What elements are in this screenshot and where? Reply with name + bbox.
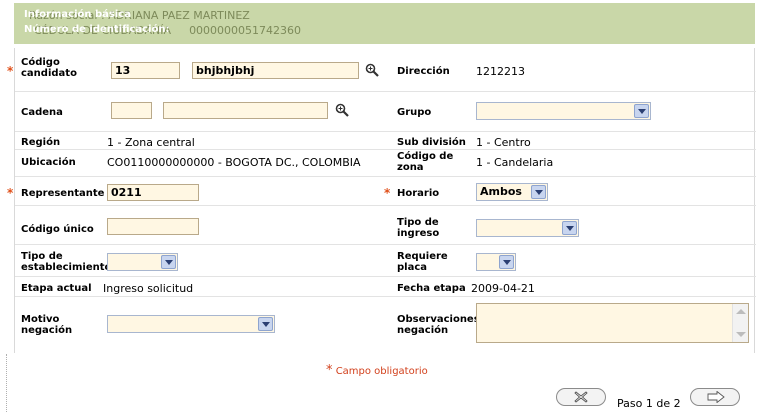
tipo-ingreso-label: Tipo de ingreso: [397, 217, 440, 239]
codigo-zona-label: Código de zona: [397, 151, 454, 173]
search-icon[interactable]: [335, 103, 349, 117]
cancel-button[interactable]: [556, 388, 606, 406]
doc-number-value: 0000000051742360: [189, 24, 302, 37]
codigo-candidato-label: Código candidato: [21, 57, 77, 79]
required-star: *: [7, 186, 14, 200]
scroll-down-icon[interactable]: [736, 332, 746, 337]
codigo-candidato-code-input[interactable]: 13: [111, 62, 180, 79]
divider: [15, 276, 756, 277]
cadena-name-input[interactable]: [163, 102, 328, 119]
divider: [15, 91, 756, 92]
divider: [15, 296, 756, 297]
info-basica-label: Información básica: [24, 9, 131, 20]
chevron-down-icon: [562, 221, 577, 235]
grupo-label: Grupo: [397, 107, 432, 118]
tipo-ingreso-select[interactable]: [476, 219, 579, 237]
required-note-text: Campo obligatorio: [335, 366, 428, 377]
divider: [15, 149, 756, 150]
cadena-code-input[interactable]: [111, 102, 152, 119]
motivo-negacion-select[interactable]: [107, 315, 275, 333]
divider: [15, 205, 756, 206]
grupo-select[interactable]: [476, 102, 651, 120]
codigo-unico-input[interactable]: [107, 218, 199, 235]
chevron-down-icon: [499, 255, 514, 269]
divider: [15, 176, 756, 177]
ubicacion-label: Ubicación: [21, 157, 76, 168]
required-star: *: [384, 186, 391, 200]
motivo-negacion-label: Motivo negación: [21, 314, 73, 336]
scroll-up-icon[interactable]: [736, 309, 746, 314]
required-note: * Campo obligatorio: [326, 363, 428, 378]
observaciones-label: Observaciones negación: [397, 314, 480, 336]
fecha-etapa-value: 2009-04-21: [471, 282, 535, 295]
cadena-label: Cadena: [21, 107, 63, 118]
chevron-down-icon: [161, 255, 176, 269]
chevron-down-icon: [634, 104, 649, 118]
id-number-label: Número de identificación:: [24, 24, 170, 35]
horario-label: Horario: [397, 188, 440, 199]
scrollbar[interactable]: [732, 304, 748, 342]
requiere-placa-select[interactable]: [476, 253, 516, 271]
chevron-down-icon: [258, 317, 273, 331]
representante-label: Representante: [21, 188, 105, 199]
representante-input[interactable]: 0211: [107, 184, 199, 201]
next-button[interactable]: [690, 388, 740, 406]
sub-division-label: Sub división: [397, 137, 466, 148]
chevron-down-icon: [531, 185, 546, 199]
observaciones-textarea[interactable]: [476, 303, 749, 343]
horario-select-value: Ambos: [480, 185, 522, 198]
page-indicator: Paso 1 de 2: [617, 397, 681, 410]
fecha-etapa-label: Fecha etapa: [397, 283, 466, 294]
tipo-establecimiento-label: Tipo de establecimiento: [21, 251, 112, 273]
divider: [15, 244, 756, 245]
etapa-actual-value: Ingreso solicitud: [103, 282, 194, 295]
dotted-divider: [6, 354, 7, 412]
divider: [15, 131, 756, 132]
codigo-unico-label: Código único: [21, 224, 94, 235]
candidate-form: * Código candidato 13 bhjbhjbhj Direcció…: [7, 48, 756, 353]
required-star: *: [326, 363, 333, 378]
codigo-candidato-name-input[interactable]: bhjbhjbhj: [192, 62, 359, 79]
codigo-zona-value: 1 - Candelaria: [476, 156, 554, 169]
etapa-actual-label: Etapa actual: [21, 283, 92, 294]
info-header: Información básica Razón social : ADRIANA…: [14, 3, 755, 44]
tipo-establecimiento-select[interactable]: [107, 253, 178, 271]
region-label: Región: [21, 137, 61, 148]
horario-select[interactable]: Ambos: [476, 183, 548, 201]
direccion-value: 1212213: [476, 65, 525, 78]
direccion-label: Dirección: [397, 66, 450, 77]
search-icon[interactable]: [365, 63, 379, 77]
next-arrow-icon: [707, 391, 725, 403]
requiere-placa-label: Requiere placa: [397, 251, 448, 273]
region-value: 1 - Zona central: [107, 136, 195, 149]
sub-division-value: 1 - Centro: [476, 136, 531, 149]
close-icon: [574, 391, 588, 403]
required-star: *: [7, 64, 14, 78]
ubicacion-value: CO0110000000000 - BOGOTA DC., COLOMBIA: [107, 156, 361, 169]
